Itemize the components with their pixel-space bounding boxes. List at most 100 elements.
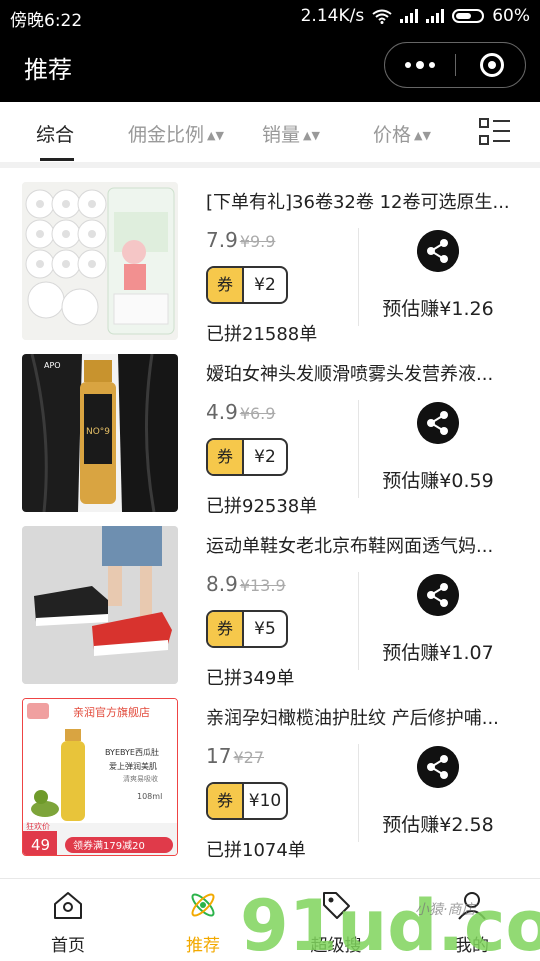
thumb-store-name: 亲润官方旗舰店 [73,705,150,719]
price: 8.9 ¥13.9 [206,572,286,596]
tab-label: 佣金比例 [128,124,205,146]
original-price: ¥13.9 [239,576,286,595]
sort-tabs: 综合 佣金比例 ▲▼ 销量 ▲▼ 价格 ▲▼ [0,102,540,168]
status-time: 傍晚6:22 [10,11,83,31]
thumb-coupon-text: 领券满179减20 [73,839,145,852]
nav-label: 超级搜 [310,936,362,956]
original-price: ¥9.9 [239,232,276,251]
battery-icon [452,9,485,23]
share-icon[interactable] [417,574,459,616]
dot-icon [429,62,435,68]
coupon-label: 券 [208,784,244,818]
tab-commission[interactable]: 佣金比例 ▲▼ [128,120,224,147]
status-right: 2.14K/s 60% [301,6,530,26]
thumb-deal-label: 狂欢价 [26,821,50,831]
product-list: [下单有礼]36卷32卷 12卷可选原生... 7.9 ¥9.9 券 ¥2 已拼21… [0,168,540,861]
product-image-shoes[interactable] [22,526,178,684]
page-title: 推荐 [24,56,72,84]
tab-comprehensive[interactable]: 综合 [36,120,74,147]
product-title[interactable]: 亲润孕妇橄榄油护肚纹 产后修护哺... [206,704,522,730]
dot-icon [416,61,424,69]
close-target-icon[interactable] [480,53,504,77]
coupon-badge[interactable]: 券 ¥2 [206,438,288,476]
sort-arrows-icon: ▲▼ [414,129,431,142]
original-price: ¥6.9 [239,404,276,423]
wifi-icon [372,9,392,24]
estimated-earning: 预估赚¥1.07 [382,642,494,664]
product-image-hair-spray[interactable]: NO°9 APO [22,354,178,512]
nav-label: 我的 [455,936,489,956]
product-item[interactable]: [下单有礼]36卷32卷 12卷可选原生... 7.9 ¥9.9 券 ¥2 已拼21… [0,168,540,345]
product-title[interactable]: 运动单鞋女老北京布鞋网面透气妈... [206,532,522,558]
battery-percent: 60% [492,6,530,26]
capsule-divider [455,54,456,76]
nav-home[interactable]: 首页 [18,879,118,961]
price: 17 ¥27 [206,744,264,768]
layout-toggle-icon[interactable] [479,118,511,146]
status-bar: 傍晚6:22 2.14K/s 60% [0,0,540,32]
nav-mine[interactable]: 我的 [422,879,522,961]
price: 4.9 ¥6.9 [206,400,275,424]
estimated-earning: 预估赚¥0.59 [382,470,494,492]
tab-label: 价格 [373,124,412,146]
product-item[interactable]: 亲润官方旗舰店 BYEBYE西瓜肚 爱上弹润美肌 清爽易吸收 108ml 狂欢价… [0,684,540,861]
coupon-label: 券 [208,440,244,474]
tab-sales[interactable]: 销量 ▲▼ [262,120,320,147]
current-price: 4.9 [206,400,238,424]
nav-label: 推荐 [186,936,220,956]
product-item[interactable]: 运动单鞋女老北京布鞋网面透气妈... 8.9 ¥13.9 券 ¥5 已拼349单 预… [0,512,540,689]
coupon-badge[interactable]: 券 ¥10 [206,782,288,820]
share-icon[interactable] [417,746,459,788]
tab-label: 销量 [262,124,301,146]
miniprogram-capsule [384,42,526,88]
current-price: 8.9 [206,572,238,596]
more-button[interactable] [385,43,455,87]
signal-icon [400,9,419,23]
sort-arrows-icon: ▲▼ [207,129,224,142]
atom-icon [191,893,215,917]
coupon-label: 券 [208,268,244,302]
sold-count: 已拼1074单 [206,840,306,861]
nav-super-search[interactable]: 超级搜 [286,879,386,961]
thumb-deal-price: 49 [31,836,50,854]
title-bar: 推荐 [0,32,540,102]
nav-label: 首页 [51,936,85,956]
share-icon[interactable] [417,230,459,272]
divider [358,744,359,842]
divider [358,572,359,670]
user-icon [458,892,486,920]
product-title[interactable]: [下单有礼]36卷32卷 12卷可选原生... [206,188,522,214]
product-image-toilet-paper[interactable] [22,182,178,340]
product-image-olive-oil[interactable]: 亲润官方旗舰店 BYEBYE西瓜肚 爱上弹润美肌 清爽易吸收 108ml 狂欢价… [22,698,178,856]
share-icon[interactable] [417,402,459,444]
thumb-model: NO°9 [86,427,110,437]
original-price: ¥27 [233,748,264,767]
coupon-value: ¥5 [254,619,276,639]
sort-arrows-icon: ▲▼ [303,129,320,142]
coupon-badge[interactable]: 券 ¥2 [206,266,288,304]
net-speed: 2.14K/s [300,6,365,26]
thumb-line3: 清爽易吸收 [123,774,158,783]
coupon-label: 券 [208,612,244,646]
tag-icon [323,892,350,919]
tab-price[interactable]: 价格 ▲▼ [373,120,431,147]
divider [358,228,359,326]
thumb-line1: BYEBYE西瓜肚 [105,748,159,757]
bottom-nav: 首页 推荐 超级搜 我的 [0,878,540,961]
divider [358,400,359,498]
signal-icon [426,9,445,23]
estimated-earning: 预估赚¥1.26 [382,298,494,320]
current-price: 7.9 [206,228,238,252]
thumb-volume: 108ml [137,792,162,801]
price: 7.9 ¥9.9 [206,228,275,252]
product-title[interactable]: 嫒珀女神头发顺滑喷雾头发营养液... [206,360,522,386]
active-tab-indicator [40,158,74,161]
dot-icon [405,62,411,68]
thumb-line2: 爱上弹润美肌 [109,761,157,771]
home-icon [54,892,82,919]
nav-recommend[interactable]: 推荐 [153,879,253,961]
coupon-value: ¥2 [254,275,276,295]
product-item[interactable]: NO°9 APO 嫒珀女神头发顺滑喷雾头发营养液... 4.9 ¥6.9 券 ¥2 … [0,340,540,517]
coupon-badge[interactable]: 券 ¥5 [206,610,288,648]
coupon-value: ¥2 [254,447,276,467]
